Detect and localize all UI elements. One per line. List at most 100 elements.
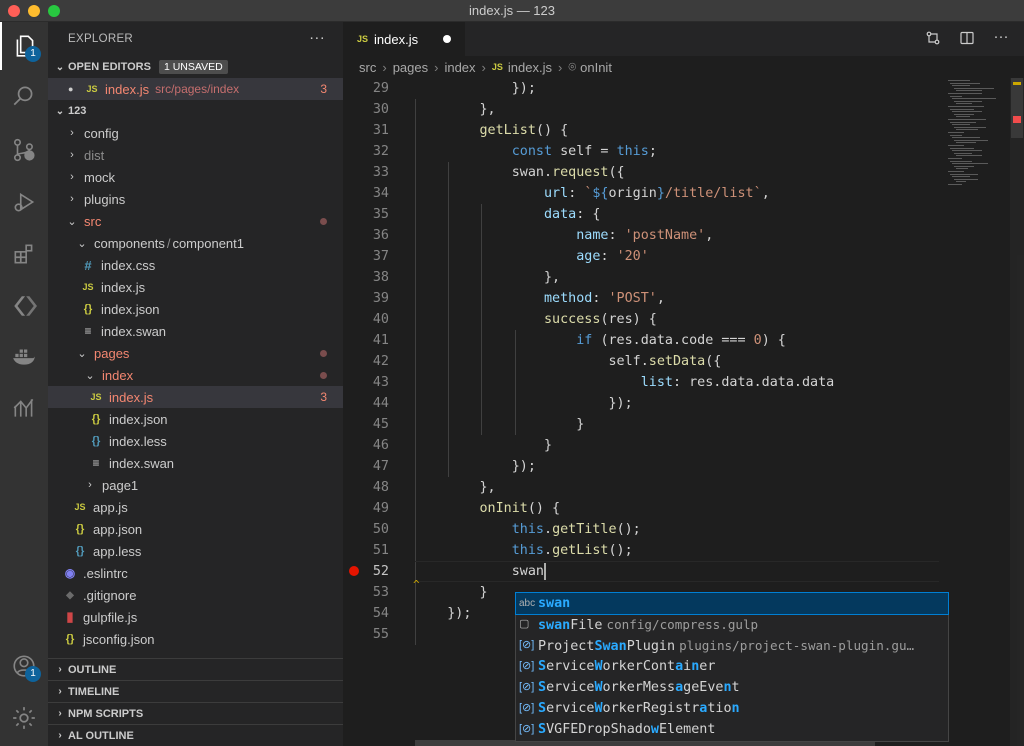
tree-label: index.css	[101, 257, 156, 273]
outline-section[interactable]: › OUTLINE	[48, 658, 343, 680]
run-debug-activity[interactable]	[0, 178, 48, 226]
more-actions-button[interactable]: ···	[992, 29, 1010, 49]
open-editors-section[interactable]: ⌄ OPEN EDITORS 1 UNSAVED	[48, 56, 343, 78]
tree-folder-page1[interactable]: › page1	[48, 474, 343, 496]
split-editor-button[interactable]	[958, 30, 976, 49]
suggestion-item[interactable]: abc swan	[515, 592, 949, 615]
section-title: TIMELINE	[68, 685, 120, 698]
tree-file-app-js[interactable]: JS app.js	[48, 496, 343, 518]
code-line: 33 swan.request({	[343, 162, 943, 183]
tree-file-index-json[interactable]: {} index.json	[48, 408, 343, 430]
source-control-activity[interactable]	[0, 126, 48, 174]
tree-folder-plugins[interactable]: › plugins	[48, 188, 343, 210]
suggestion-item[interactable]: [⊘] ServiceWorkerContainer	[516, 656, 948, 677]
tree-folder-src[interactable]: ⌄ src	[48, 210, 343, 232]
css-file-icon: #	[84, 257, 92, 273]
docker-activity[interactable]	[0, 332, 48, 380]
tree-folder-mock[interactable]: › mock	[48, 166, 343, 188]
folder-section-root[interactable]: ⌄ 123	[48, 100, 343, 122]
analytics-activity[interactable]	[0, 384, 48, 432]
minimap-line	[952, 137, 980, 139]
minimap-line	[948, 80, 970, 81]
code-line: 32 const self = this;	[343, 141, 943, 162]
tree-folder-components[interactable]: ⌄ components / component1	[48, 232, 343, 254]
code-text: getList() {	[415, 123, 569, 138]
remote-activity[interactable]	[0, 282, 48, 330]
line-number: 43	[372, 375, 389, 390]
chevron-right-icon: ›	[58, 664, 62, 675]
tree-file-comp-index-swan[interactable]: ≡ index.swan	[48, 320, 343, 342]
tree-folder-index[interactable]: ⌄ index	[48, 364, 343, 386]
tree-file-app-less[interactable]: {} app.less	[48, 540, 343, 562]
manage-activity[interactable]	[0, 694, 48, 742]
variable-suggestion-icon: [⊘]	[519, 639, 535, 651]
code-line: 43 list: res.data.data.data	[343, 372, 943, 393]
explorer-activity[interactable]: 1	[0, 22, 48, 70]
editor-area: JS index.js ··· src › pages › index › JS…	[343, 22, 1024, 746]
accounts-activity[interactable]: 1	[0, 642, 48, 690]
breadcrumb-item[interactable]: onInit	[580, 60, 612, 75]
tree-folder-dist[interactable]: › dist	[48, 144, 343, 166]
chevron-down-icon: ⌄	[85, 369, 95, 382]
minimap-line	[948, 184, 962, 185]
minimap-line	[950, 134, 962, 136]
run-debug-icon	[14, 192, 35, 212]
explorer-more-button[interactable]: ···	[309, 29, 325, 46]
code-line: 48 },	[343, 477, 943, 498]
breadcrumb-item[interactable]: index	[444, 60, 475, 75]
open-changes-button[interactable]	[924, 30, 942, 49]
chevron-down-icon: ⌄	[77, 347, 87, 360]
tree-file-jsconfig[interactable]: {} jsconfig.json	[48, 628, 343, 650]
npm-scripts-section[interactable]: › NPM SCRIPTS	[48, 702, 343, 724]
suggestion-item[interactable]: [⊘] ServiceWorkerRegistration	[516, 698, 948, 719]
tree-file-comp-index-css[interactable]: # index.css	[48, 254, 343, 276]
tree-label: index.less	[109, 433, 167, 449]
minimap-line	[956, 155, 982, 157]
chevron-right-icon: ›	[88, 479, 92, 491]
breadcrumb-item[interactable]: src	[359, 60, 376, 75]
suggestion-item[interactable]: ▢ swanFile config/compress.gulp	[516, 614, 948, 635]
tree-file-index-js[interactable]: JS index.js 3	[48, 386, 343, 408]
tree-file-app-json[interactable]: {} app.json	[48, 518, 343, 540]
minimap-line	[954, 87, 994, 89]
tree-file-comp-index-js[interactable]: JS index.js	[48, 276, 343, 298]
chevron-right-icon: ›	[481, 59, 486, 75]
extensions-activity[interactable]	[0, 230, 48, 278]
tree-folder-config[interactable]: › config	[48, 122, 343, 144]
suggest-widget[interactable]: abc swan ▢ swanFile config/compress.gulp [⊘] P…	[515, 592, 949, 742]
chevron-right-icon: ›	[70, 127, 74, 139]
code-line: 35 data: {	[343, 204, 943, 225]
tab-label: index.js	[374, 31, 419, 47]
breadcrumb-item[interactable]: index.js	[508, 60, 552, 75]
tree-file-gitignore[interactable]: ◆ .gitignore	[48, 584, 343, 606]
tab-index-js[interactable]: JS index.js	[343, 22, 465, 56]
tree-file-eslintrc[interactable]: ◉ .eslintrc	[48, 562, 343, 584]
tree-file-comp-index-json[interactable]: {} index.json	[48, 298, 343, 320]
chevron-down-icon: ⌄	[55, 61, 65, 73]
line-number: 51	[372, 543, 389, 558]
al-outline-section[interactable]: › AL OUTLINE	[48, 724, 343, 746]
scrollbar-thumb[interactable]	[1011, 78, 1023, 138]
open-editor-item[interactable]: ● JS index.js src/pages/index 3	[48, 78, 343, 100]
tree-file-index-less[interactable]: {} index.less	[48, 430, 343, 452]
tree-file-gulpfile[interactable]: ▮ gulpfile.js	[48, 606, 343, 628]
tree-folder-pages[interactable]: ⌄ pages	[48, 342, 343, 364]
suggestion-item[interactable]: [⊘] ProjectSwanPlugin plugins/project-swan…	[516, 635, 948, 656]
vertical-scrollbar[interactable]	[1010, 78, 1024, 746]
chevron-right-icon: ›	[70, 193, 74, 205]
minimap-line	[952, 150, 982, 152]
suggestion-item[interactable]: [⊘] ServiceWorkerMessageEvent	[516, 677, 948, 698]
code-text: });	[415, 459, 536, 474]
tree-label: index.json	[109, 411, 168, 427]
search-activity[interactable]	[0, 72, 48, 120]
code-text: onInit() {	[415, 501, 561, 516]
code-text: }	[415, 438, 553, 453]
breadcrumb-item[interactable]: pages	[393, 60, 428, 75]
js-file-icon: JS	[82, 282, 94, 292]
suggestion-item[interactable]: [⊘] SVGFEDropShadowElement	[516, 719, 948, 740]
unsaved-dot-icon[interactable]	[443, 35, 451, 43]
tree-file-index-swan[interactable]: ≡ index.swan	[48, 452, 343, 474]
timeline-section[interactable]: › TIMELINE	[48, 680, 343, 702]
section-title: NPM SCRIPTS	[68, 707, 144, 720]
code-text: },	[415, 102, 496, 117]
